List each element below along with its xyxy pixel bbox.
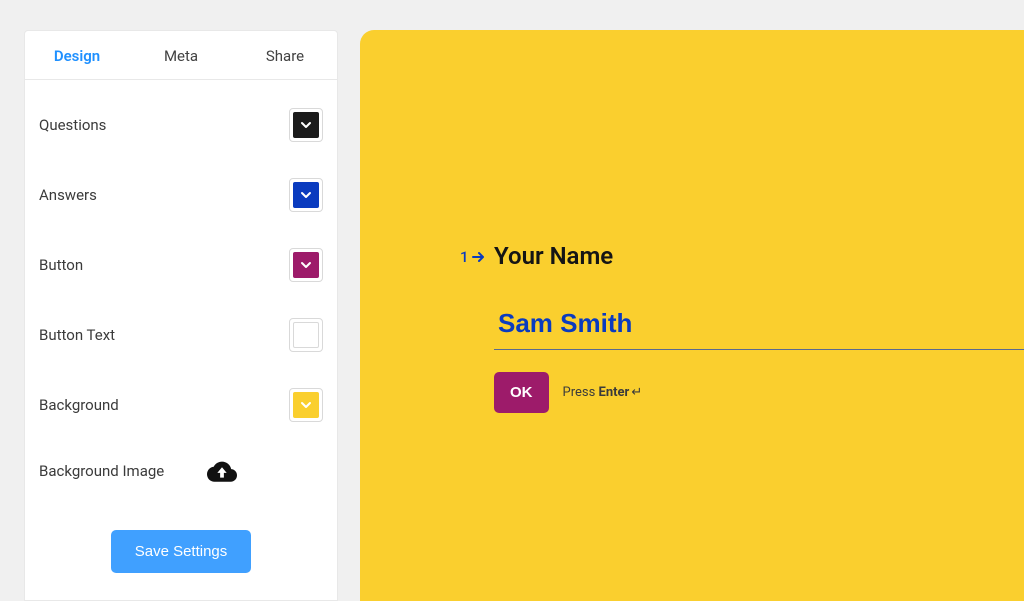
enter-hint: Press Enter↵ — [563, 385, 643, 400]
color-picker-button[interactable] — [289, 248, 323, 282]
option-row-questions: Questions — [39, 90, 323, 160]
color-picker-questions[interactable] — [289, 108, 323, 142]
action-row: OK Press Enter↵ — [494, 372, 1024, 413]
color-picker-answers[interactable] — [289, 178, 323, 212]
option-label: Answers — [39, 186, 97, 204]
option-label: Button Text — [39, 326, 115, 344]
save-row: Save Settings — [39, 502, 323, 583]
design-sidebar: Design Meta Share Questions Answers — [24, 30, 338, 601]
option-row-bg-image: Background Image — [39, 440, 323, 502]
answer-input[interactable] — [494, 304, 1024, 350]
sidebar-tabs: Design Meta Share — [25, 31, 337, 80]
option-row-background: Background — [39, 370, 323, 440]
tab-design[interactable]: Design — [25, 31, 129, 79]
chevron-down-icon — [300, 189, 312, 201]
option-row-button-text: Button Text — [39, 300, 323, 370]
color-picker-button-text[interactable] — [289, 318, 323, 352]
tab-meta[interactable]: Meta — [129, 31, 233, 79]
ok-button[interactable]: OK — [494, 372, 549, 413]
question-number: 1 — [460, 248, 487, 266]
color-picker-background[interactable] — [289, 388, 323, 422]
question-block: 1 Your Name OK Press Enter↵ — [460, 242, 1024, 413]
option-label: Button — [39, 256, 83, 274]
option-label: Background — [39, 396, 119, 414]
design-options: Questions Answers Button — [25, 80, 337, 583]
form-preview: 1 Your Name OK Press Enter↵ — [360, 30, 1024, 601]
option-label: Questions — [39, 116, 106, 134]
tab-share[interactable]: Share — [233, 31, 337, 79]
question-title: Your Name — [494, 242, 1024, 270]
option-row-answers: Answers — [39, 160, 323, 230]
chevron-down-icon — [300, 119, 312, 131]
arrow-right-icon — [471, 250, 487, 264]
save-settings-button[interactable]: Save Settings — [111, 530, 252, 573]
option-label: Background Image — [39, 462, 164, 480]
cloud-upload-icon[interactable] — [205, 458, 239, 484]
option-row-button: Button — [39, 230, 323, 300]
chevron-down-icon — [300, 259, 312, 271]
chevron-down-icon — [300, 399, 312, 411]
